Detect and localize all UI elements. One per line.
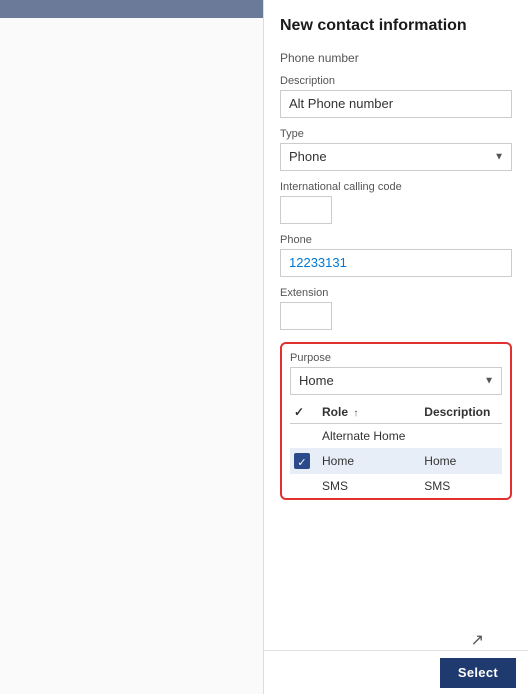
row3-description-cell: SMS bbox=[418, 474, 502, 498]
purpose-label: Purpose bbox=[290, 352, 502, 364]
purpose-section: Purpose Home Business Mobile Other ▼ bbox=[280, 342, 512, 500]
left-panel-overlay bbox=[0, 18, 263, 694]
left-panel-header bbox=[0, 0, 263, 18]
row3-check-cell bbox=[290, 474, 316, 498]
table-row[interactable]: Home Home bbox=[290, 448, 502, 474]
row1-role-cell: Alternate Home bbox=[316, 423, 418, 448]
table-header-row: ✓ Role ↑ Description bbox=[290, 401, 502, 424]
left-panel bbox=[0, 0, 264, 694]
phone-field-group: Phone bbox=[280, 234, 512, 277]
purpose-select-wrapper: Home Business Mobile Other ▼ bbox=[290, 367, 502, 395]
table-row[interactable]: SMS SMS bbox=[290, 474, 502, 498]
extension-input[interactable] bbox=[280, 302, 332, 330]
checked-icon bbox=[294, 453, 310, 469]
bottom-bar: Select bbox=[264, 650, 528, 694]
table-row[interactable]: Alternate Home bbox=[290, 423, 502, 448]
row2-check-cell bbox=[290, 448, 316, 474]
right-panel: New contact information Phone number Des… bbox=[264, 0, 528, 694]
select-button[interactable]: Select bbox=[440, 658, 516, 688]
intl-code-field-group: International calling code bbox=[280, 181, 512, 224]
extension-field-group: Extension bbox=[280, 287, 512, 330]
intl-code-input[interactable] bbox=[280, 196, 332, 224]
bottom-area: ↗ Select bbox=[280, 500, 512, 694]
cursor-icon: ↗ bbox=[471, 630, 484, 650]
purpose-dropdown-table: ✓ Role ↑ Description Alternate Home bbox=[290, 401, 502, 498]
row2-role-cell: Home bbox=[316, 448, 418, 474]
intl-code-label: International calling code bbox=[280, 181, 512, 193]
main-container: New contact information Phone number Des… bbox=[0, 0, 528, 694]
phone-label: Phone bbox=[280, 234, 512, 246]
description-label: Description bbox=[280, 75, 512, 87]
purpose-select[interactable]: Home Business Mobile Other bbox=[290, 367, 502, 395]
description-column-header: Description bbox=[418, 401, 502, 424]
check-column-header: ✓ bbox=[290, 401, 316, 424]
row3-role-cell: SMS bbox=[316, 474, 418, 498]
purpose-field-group: Purpose Home Business Mobile Other ▼ bbox=[290, 352, 502, 395]
description-input[interactable] bbox=[280, 90, 512, 118]
description-field-group: Description bbox=[280, 75, 512, 118]
type-select[interactable]: Phone Email URL bbox=[280, 143, 512, 171]
role-column-header[interactable]: Role ↑ bbox=[316, 401, 418, 424]
row1-description-cell bbox=[418, 423, 502, 448]
phone-input[interactable] bbox=[280, 249, 512, 277]
check-icon: ✓ bbox=[294, 405, 304, 419]
type-label: Type bbox=[280, 128, 512, 140]
section-subtitle: Phone number bbox=[280, 51, 512, 65]
extension-label: Extension bbox=[280, 287, 512, 299]
row1-check-cell bbox=[290, 423, 316, 448]
type-field-group: Type Phone Email URL ▼ bbox=[280, 128, 512, 171]
sort-arrow-icon: ↑ bbox=[353, 408, 358, 419]
panel-title: New contact information bbox=[280, 16, 512, 37]
row2-description-cell: Home bbox=[418, 448, 502, 474]
type-select-wrapper: Phone Email URL ▼ bbox=[280, 143, 512, 171]
